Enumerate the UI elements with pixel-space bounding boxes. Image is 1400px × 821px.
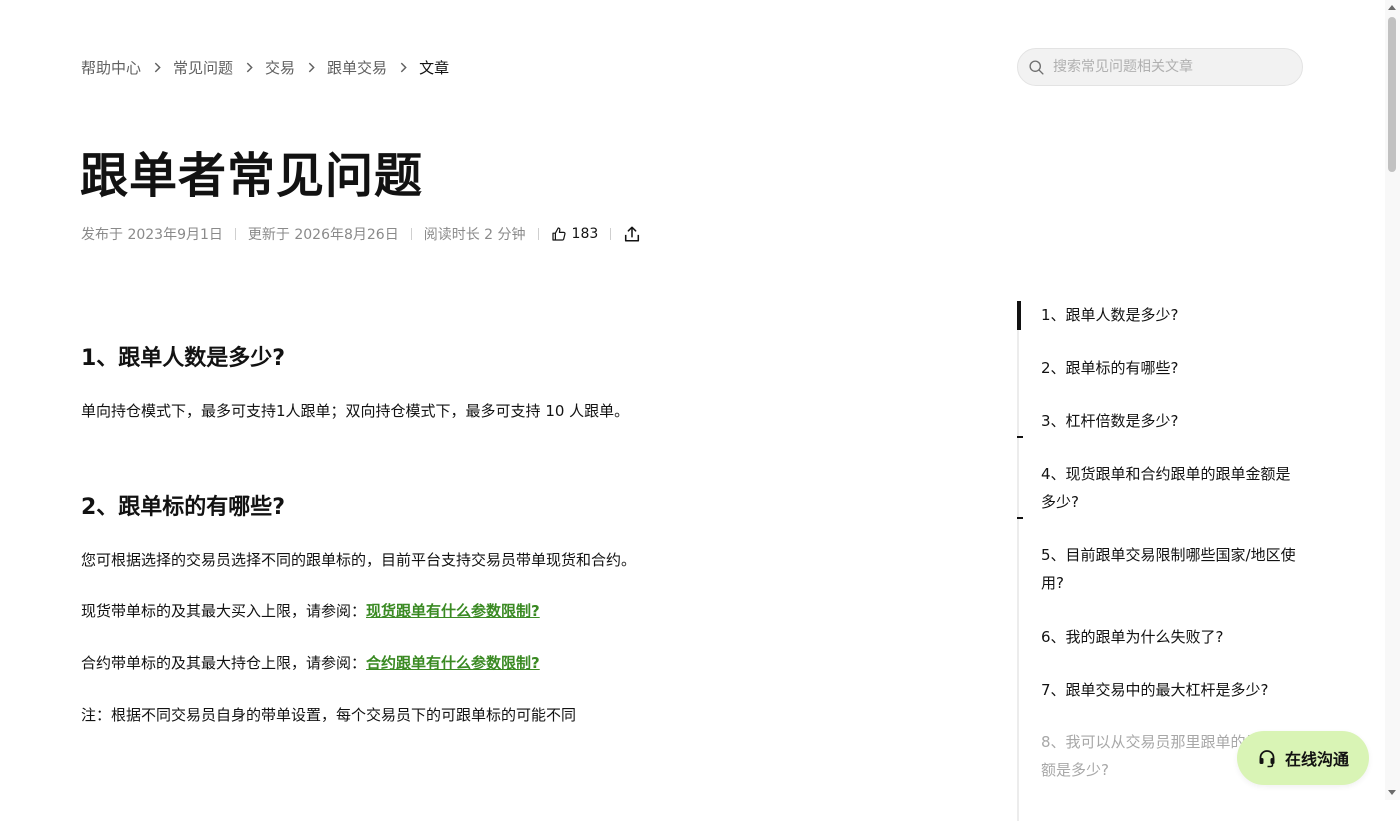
headset-icon [1259, 750, 1275, 768]
article-meta: 发布于 2023年9月1日 更新于 2026年8月26日 阅读时长 2 分钟 1… [81, 223, 641, 245]
chat-label: 在线沟通 [1284, 750, 1349, 769]
meta-divider [410, 228, 412, 240]
breadcrumb-copy-trading[interactable]: 跟单交易 [327, 57, 387, 78]
like-button[interactable]: 183 [551, 226, 599, 242]
meta-divider [537, 228, 539, 240]
article-body: 1、跟单人数是多少? 单向持仓模式下，最多可支持1人跟单；双向持仓模式下，最多可… [81, 340, 961, 725]
toc-item-3[interactable]: 3、杠杆倍数是多少? [1041, 407, 1303, 435]
scroll-down-arrow[interactable] [1388, 790, 1396, 795]
share-button[interactable] [623, 225, 641, 243]
chevron-right-icon [141, 62, 173, 73]
toc-item-2[interactable]: 2、跟单标的有哪些? [1041, 354, 1303, 382]
section-paragraph: 单向持仓模式下，最多可支持1人跟单；双向持仓模式下，最多可支持 10 人跟单。 [81, 402, 630, 420]
toc-item-5[interactable]: 5、目前跟单交易限制哪些国家/地区使用? [1041, 541, 1303, 597]
online-chat-button[interactable]: 在线沟通 [1237, 731, 1369, 785]
toc-item-6[interactable]: 6、我的跟单为什么失败了? [1041, 623, 1303, 651]
breadcrumb-trading[interactable]: 交易 [265, 57, 295, 78]
search-input[interactable] [1051, 58, 1285, 76]
chevron-right-icon [387, 62, 419, 73]
section-note: 注：根据不同交易员自身的带单设置，每个交易员下的可跟单标的可能不同 [81, 706, 577, 724]
scroll-up-arrow[interactable] [1388, 5, 1396, 10]
toc-tick [1017, 436, 1023, 438]
breadcrumb-current: 文章 [419, 58, 450, 77]
toc-item-7[interactable]: 7、跟单交易中的最大杠杆是多少? [1041, 676, 1303, 704]
section-paragraph: 您可根据选择的交易员选择不同的跟单标的，目前平台支持交易员带单现货和合约。 [81, 551, 637, 569]
breadcrumb-faq[interactable]: 常见问题 [173, 57, 233, 78]
read-time: 阅读时长 2 分钟 [423, 227, 526, 243]
section-paragraph: 合约带单标的及其最大持仓上限，请参阅：合约跟单有什么参数限制? [81, 652, 961, 673]
search-icon [1029, 59, 1044, 75]
toc-active-indicator [1017, 301, 1021, 330]
search-box[interactable] [1017, 48, 1303, 86]
page-scrollbar[interactable] [1385, 0, 1400, 800]
breadcrumb-help-center[interactable]: 帮助中心 [81, 57, 141, 78]
toc-item-1[interactable]: 1、跟单人数是多少? [1041, 301, 1303, 329]
futures-params-link[interactable]: 合约跟单有什么参数限制? [366, 654, 540, 672]
section-heading: 2、跟单标的有哪些? [81, 495, 286, 520]
paragraph-text: 现货带单标的及其最大买入上限，请参阅： [81, 602, 367, 620]
toc-item-4[interactable]: 4、现货跟单和合约跟单的跟单金额是多少? [1041, 460, 1303, 516]
page-title: 跟单者常见问题 [80, 148, 424, 204]
published-date: 发布于 2023年9月1日 [81, 227, 223, 243]
spot-params-link[interactable]: 现货跟单有什么参数限制? [366, 602, 540, 620]
updated-date: 更新于 2026年8月26日 [247, 227, 399, 243]
thumbs-up-icon [551, 227, 566, 241]
like-count: 183 [571, 226, 599, 242]
toc-tick [1017, 517, 1023, 519]
scrollbar-thumb[interactable] [1388, 17, 1396, 172]
meta-divider [610, 228, 612, 240]
section-paragraph: 现货带单标的及其最大买入上限，请参阅：现货跟单有什么参数限制? [81, 600, 961, 621]
meta-divider [234, 228, 236, 240]
paragraph-text: 合约带单标的及其最大持仓上限，请参阅： [81, 654, 367, 672]
breadcrumb: 帮助中心 常见问题 交易 跟单交易 文章 [81, 56, 449, 78]
share-icon [625, 226, 640, 242]
section-heading: 1、跟单人数是多少? [81, 346, 286, 371]
chevron-right-icon [233, 62, 265, 73]
chevron-right-icon [295, 62, 327, 73]
